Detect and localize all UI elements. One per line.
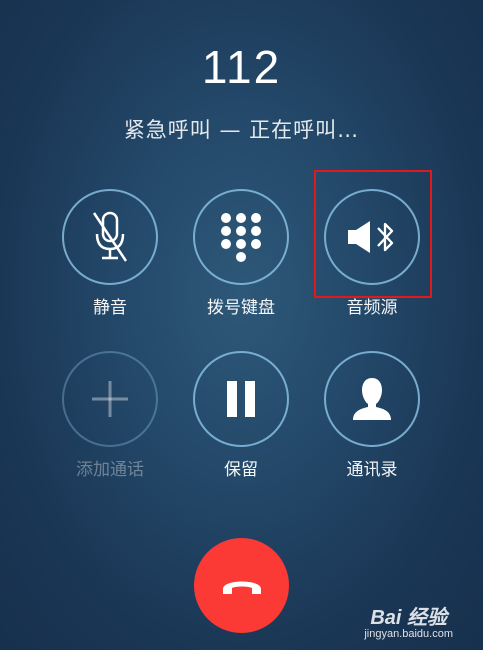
watermark-logo: Bai 经验 (370, 607, 447, 629)
end-call-button[interactable] (194, 538, 289, 633)
call-number: 112 (201, 41, 282, 93)
plus-icon (92, 381, 128, 417)
hold-button[interactable] (193, 351, 289, 447)
add-call-label: 添加通话 (76, 460, 144, 480)
contacts-button[interactable] (324, 351, 420, 447)
call-status: 紧急呼叫 — 正在呼叫… (123, 118, 360, 142)
keypad-label: 拨号键盘 (207, 298, 275, 318)
mute-button[interactable] (62, 189, 158, 285)
mic-off-icon (92, 211, 128, 262)
contacts-label: 通讯录 (346, 460, 398, 480)
keypad-button[interactable] (193, 189, 289, 285)
highlight-box (314, 170, 432, 298)
dialpad-icon (221, 213, 261, 262)
hangup-phone-icon (222, 581, 261, 594)
add-call-button[interactable] (62, 351, 158, 447)
pause-icon (227, 381, 255, 417)
person-icon (353, 378, 391, 420)
watermark-url: jingyan.baidu.com (364, 628, 453, 640)
mute-label: 静音 (93, 298, 127, 318)
hold-label: 保留 (224, 460, 258, 480)
baidu-jingyan-watermark: Bai 经验 jingyan.baidu.com (364, 601, 453, 640)
